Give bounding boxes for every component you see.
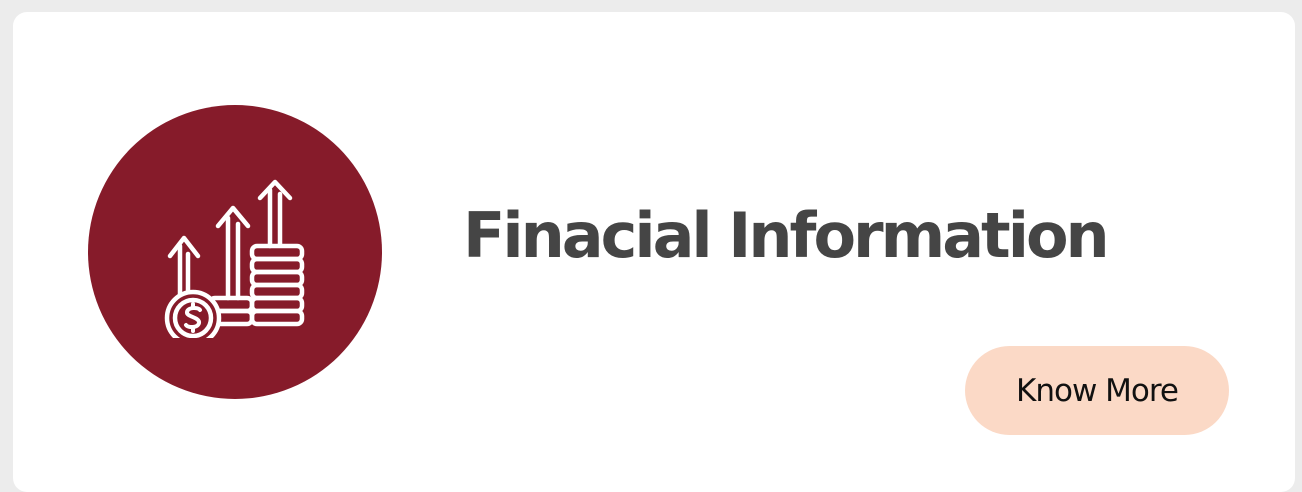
rising-coins-dollar-icon bbox=[164, 179, 305, 338]
card-title: Finacial Information bbox=[463, 199, 1110, 272]
icon-circle bbox=[88, 105, 382, 399]
financial-info-card: Finacial Information Know More bbox=[13, 12, 1295, 492]
know-more-button[interactable]: Know More bbox=[965, 346, 1229, 435]
